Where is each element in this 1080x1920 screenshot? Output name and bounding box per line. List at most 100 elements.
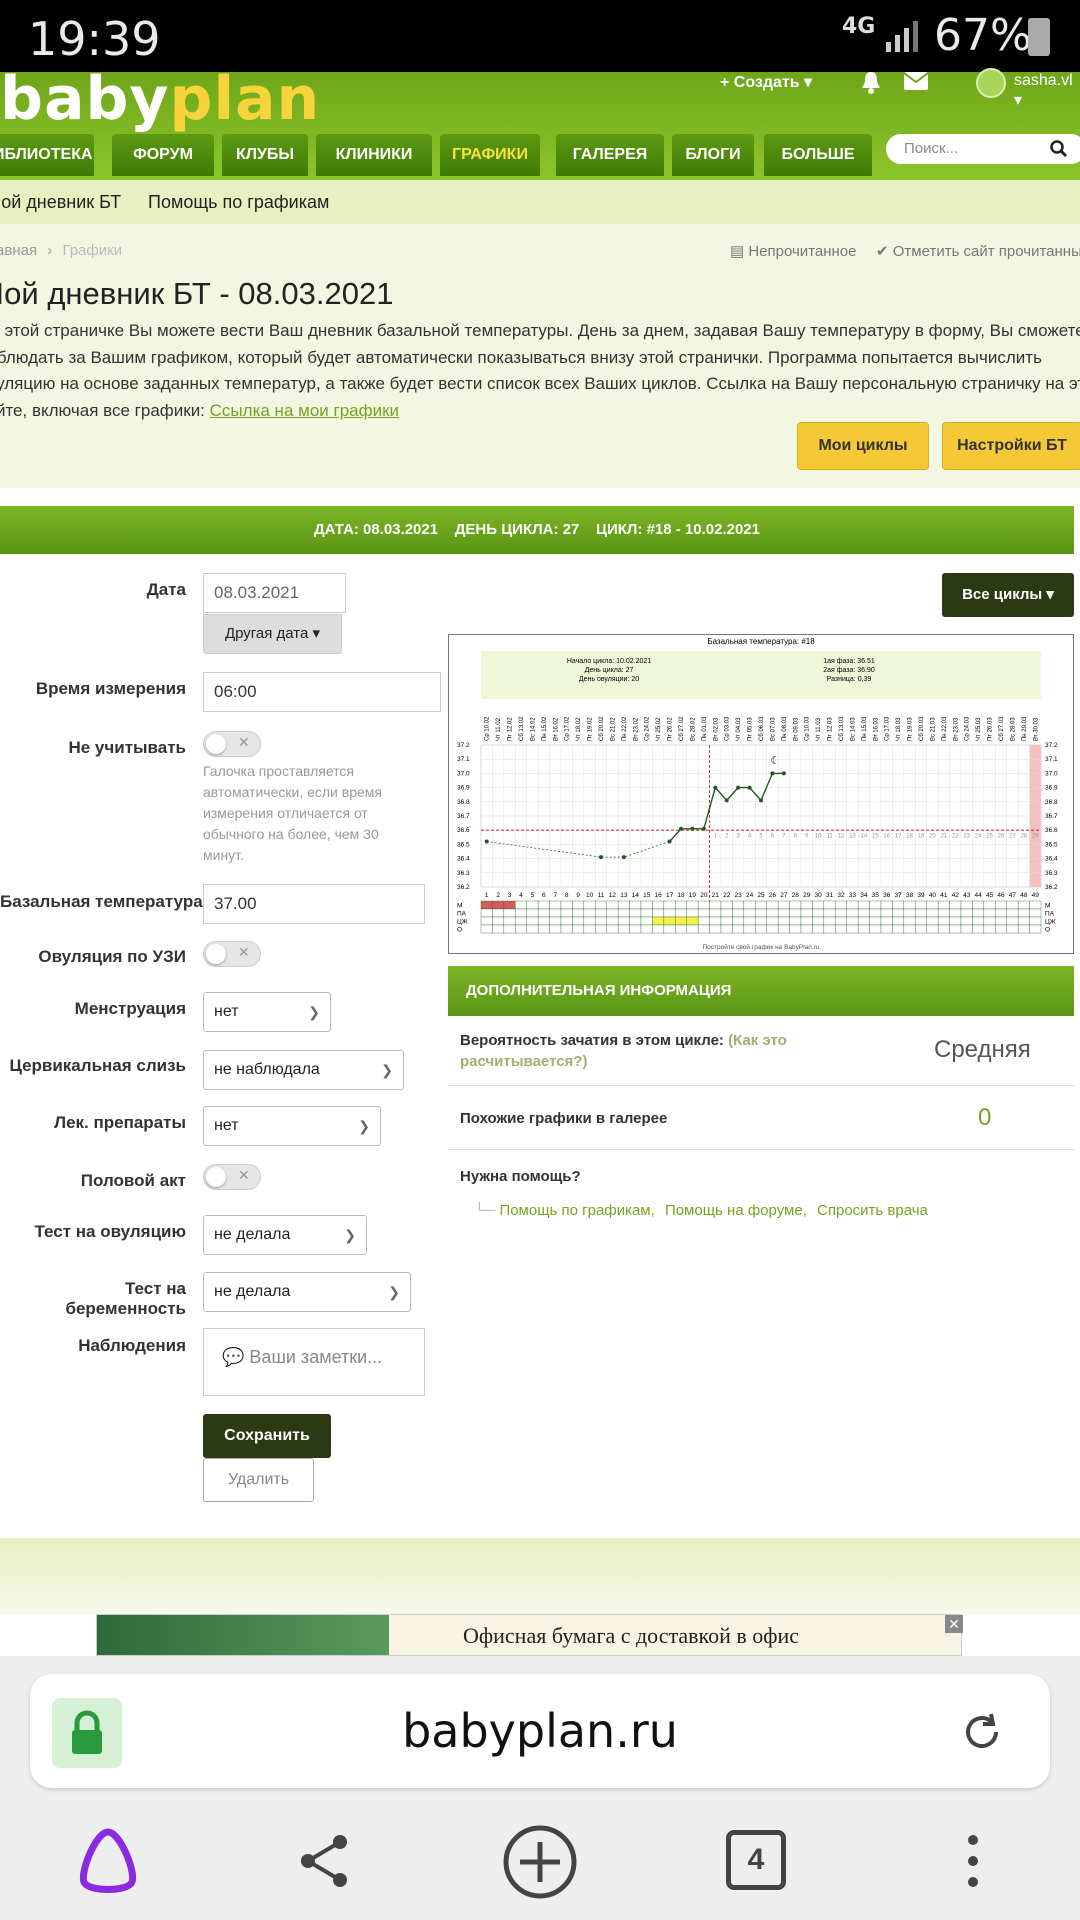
table-cell bbox=[675, 908, 687, 918]
reload-icon[interactable] bbox=[960, 1710, 1004, 1754]
subnav-my-diary[interactable]: Мой дневник БТ bbox=[0, 192, 121, 213]
table-cell bbox=[777, 924, 790, 934]
temperature-point bbox=[679, 826, 683, 831]
signal-icon bbox=[886, 21, 918, 52]
all-cycles-button[interactable]: Все циклы ▾ bbox=[942, 573, 1074, 617]
table-cell bbox=[869, 916, 882, 926]
user-menu[interactable]: sasha.vl ▾ bbox=[1014, 72, 1080, 110]
nav-blogs[interactable]: БЛОГИ bbox=[672, 134, 754, 176]
create-button[interactable]: + Создать ▾ bbox=[720, 72, 812, 92]
url-bar[interactable]: babyplan.ru bbox=[30, 1674, 1050, 1788]
nav-clubs[interactable]: КЛУБЫ bbox=[222, 134, 308, 176]
ytick-label-left: 36.4 bbox=[457, 856, 470, 863]
time-field[interactable]: 06:00 bbox=[203, 672, 441, 712]
page-intro: Главная › Графики ▤ Непрочитанное ✔ Отме… bbox=[0, 224, 1080, 488]
mark-read-link[interactable]: ✔ Отметить сайт прочитанным bbox=[876, 242, 1080, 260]
nav-forum[interactable]: ФОРУМ bbox=[112, 134, 214, 176]
table-cell bbox=[480, 916, 493, 926]
table-cell bbox=[983, 908, 996, 918]
day-number: 32 bbox=[837, 892, 845, 899]
unread-link[interactable]: ▤ Непрочитанное bbox=[730, 242, 857, 260]
date-label: Вт 16.02 bbox=[553, 717, 559, 741]
table-cell bbox=[880, 908, 893, 918]
table-cell bbox=[949, 900, 962, 910]
pregnancy-test-select[interactable]: не делала ❯ bbox=[203, 1272, 411, 1312]
meds-select[interactable]: нет ❯ bbox=[203, 1106, 381, 1146]
table-cell bbox=[823, 916, 836, 926]
ask-doctor-link[interactable]: Спросить врача bbox=[817, 1202, 928, 1219]
similar-value[interactable]: 0 bbox=[978, 1104, 991, 1132]
breadcrumb-home[interactable]: Главная bbox=[0, 242, 37, 259]
table-cell bbox=[663, 916, 676, 926]
nav-gallery[interactable]: ГАЛЕРЕЯ bbox=[556, 134, 664, 176]
day-number: 2 bbox=[496, 892, 500, 899]
table-cell bbox=[606, 916, 619, 926]
day-number: 6 bbox=[542, 892, 546, 899]
delete-button[interactable]: Удалить bbox=[203, 1458, 314, 1502]
date-field[interactable]: 08.03.2021 bbox=[203, 573, 346, 613]
mail-icon[interactable] bbox=[904, 72, 928, 90]
table-cell bbox=[995, 908, 1007, 918]
table-cell bbox=[720, 916, 733, 926]
help-forum-link[interactable]: Помощь на форуме, bbox=[665, 1202, 807, 1219]
share-icon[interactable] bbox=[296, 1832, 352, 1890]
nav-library[interactable]: БИБЛИОТЕКА bbox=[0, 134, 94, 176]
table-cell bbox=[606, 900, 619, 910]
date-label: Вс 14.03 bbox=[850, 717, 856, 741]
my-charts-link[interactable]: Ссылка на мои графики bbox=[210, 401, 399, 420]
nav-charts[interactable]: ГРАФИКИ bbox=[440, 134, 540, 176]
table-cell bbox=[1029, 900, 1042, 910]
day-number: 17 bbox=[666, 892, 674, 899]
table-cell bbox=[480, 908, 493, 918]
ad-close-icon[interactable]: ✕ bbox=[945, 1615, 963, 1633]
table-cell bbox=[686, 924, 699, 934]
menstruation-select[interactable]: нет ❯ bbox=[203, 992, 331, 1032]
day-number: 25 bbox=[757, 892, 765, 899]
avatar[interactable] bbox=[976, 68, 1006, 98]
save-button[interactable]: Сохранить bbox=[203, 1414, 331, 1458]
phase-day-number: 10 bbox=[815, 833, 822, 839]
ytick-label-right: 37.2 bbox=[1045, 742, 1058, 749]
ytick-label-right: 36.7 bbox=[1045, 813, 1058, 820]
sex-toggle[interactable]: ✕ bbox=[203, 1164, 261, 1190]
site-logo[interactable]: babyplan bbox=[0, 64, 320, 134]
phase-day-number: 28 bbox=[1021, 833, 1028, 839]
nav-more[interactable]: БОЛЬШЕ bbox=[764, 134, 872, 176]
table-cell bbox=[686, 900, 699, 910]
menu-icon[interactable] bbox=[962, 1832, 984, 1890]
day-number: 15 bbox=[643, 892, 651, 899]
row-label-right: ПА bbox=[1045, 911, 1055, 918]
notes-field[interactable]: 💬 Ваши заметки... bbox=[203, 1328, 425, 1396]
phase-day-number: 12 bbox=[838, 833, 845, 839]
ignore-toggle[interactable]: ✕ bbox=[203, 731, 261, 757]
ovulation-test-select[interactable]: не делала ❯ bbox=[203, 1215, 367, 1255]
table-cell bbox=[903, 924, 916, 934]
alice-icon[interactable] bbox=[72, 1826, 144, 1894]
new-tab-icon[interactable] bbox=[500, 1822, 580, 1902]
info-cycle-day: ДЕНЬ ЦИКЛА: 27 bbox=[454, 521, 580, 538]
table-cell bbox=[595, 908, 607, 918]
help-charts-link[interactable]: Помощь по графикам, bbox=[499, 1202, 654, 1219]
subnav-help[interactable]: Помощь по графикам bbox=[148, 192, 329, 213]
temperature-field[interactable]: 37.00 bbox=[203, 884, 425, 924]
table-cell bbox=[720, 900, 733, 910]
bell-icon[interactable] bbox=[860, 70, 882, 94]
ytick-label-right: 36.4 bbox=[1045, 856, 1058, 863]
my-cycles-button[interactable]: Мои циклы bbox=[797, 422, 929, 470]
url-text[interactable]: babyplan.ru bbox=[30, 1704, 1050, 1758]
table-cell bbox=[892, 924, 905, 934]
nav-clinics[interactable]: КЛИНИКИ bbox=[316, 134, 432, 176]
table-cell bbox=[675, 916, 687, 926]
day-number: 36 bbox=[883, 892, 891, 899]
date-label: Пт 12.02 bbox=[508, 717, 514, 741]
ad-banner[interactable]: Офисная бумага с доставкой в офис ✕ bbox=[96, 1614, 963, 1656]
ytick-label-right: 36.5 bbox=[1045, 841, 1058, 848]
date-label: Вт 02.03 bbox=[713, 717, 719, 741]
other-date-button[interactable]: Другая дата ▾ bbox=[203, 614, 342, 654]
phase-day-number: 17 bbox=[895, 833, 902, 839]
bt-settings-button[interactable]: Настройки БТ bbox=[942, 422, 1080, 470]
tabs-button[interactable]: 4 bbox=[726, 1830, 786, 1890]
search-icon[interactable] bbox=[1050, 140, 1068, 158]
uzi-toggle[interactable]: ✕ bbox=[203, 941, 261, 967]
cervical-select[interactable]: не наблюдала ❯ bbox=[203, 1050, 404, 1090]
